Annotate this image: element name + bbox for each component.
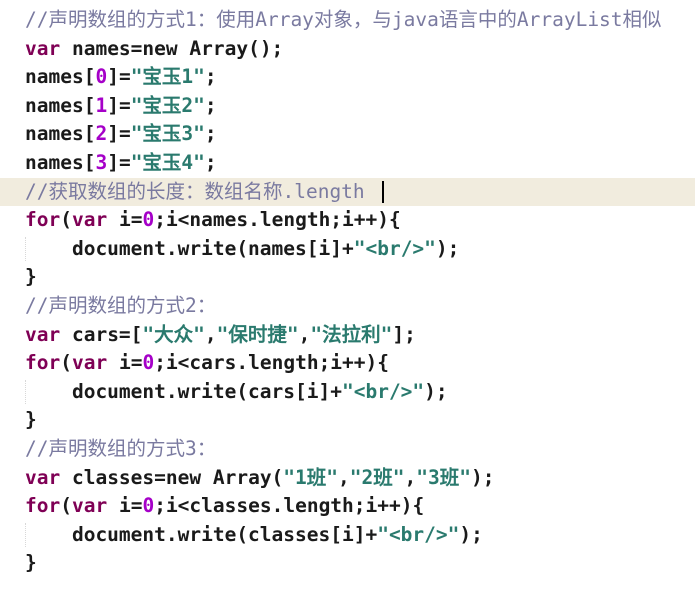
code-lines[interactable]: //声明数组的方式1：使用Array对象，与java语言中的ArrayList相… (0, 6, 695, 578)
code-token: ); (471, 465, 495, 489)
keyword-token: var (71, 208, 108, 232)
code-token: i= (107, 351, 143, 375)
code-token: ; (204, 150, 217, 174)
text-cursor (382, 181, 385, 204)
number-token: 0 (142, 351, 155, 375)
code-line[interactable]: document.write(classes[i]+"<br/>"); (25, 521, 695, 550)
code-token: names[ (25, 65, 96, 89)
code-token: ]= (107, 93, 131, 117)
code-token: ;i<names.length;i++){ (154, 208, 401, 232)
string-token: "3班" (416, 465, 471, 489)
code-token: } (25, 551, 37, 575)
code-token: } (25, 408, 37, 432)
code-line[interactable]: for(var i=0;i<cars.length;i++){ (25, 349, 695, 378)
code-token: i= (107, 494, 143, 518)
code-line[interactable]: } (25, 263, 695, 292)
code-token: ( (60, 208, 72, 232)
code-line[interactable]: names[2]="宝玉3"; (25, 120, 695, 149)
code-token: , (204, 322, 217, 346)
code-token: ; (204, 93, 217, 117)
code-token: i= (107, 208, 143, 232)
code-line[interactable]: //声明数组的方式1：使用Array对象，与java语言中的ArrayList相… (25, 6, 695, 35)
number-token: 1 (95, 93, 108, 117)
code-token: ]; (392, 322, 416, 346)
code-line[interactable]: for(var i=0;i<names.length;i++){ (25, 206, 695, 235)
code-token: ; (204, 65, 217, 89)
string-token: "宝玉3" (130, 122, 205, 146)
code-token: document.write(names[i]+ (25, 236, 354, 260)
string-token: "<br/>" (353, 236, 436, 260)
code-token: names[ (25, 150, 96, 174)
string-token: "法拉利" (310, 322, 393, 346)
code-token: ]= (107, 65, 131, 89)
keyword-token: for (25, 351, 61, 375)
string-token: "<br/>" (341, 379, 425, 403)
string-token: "1班" (283, 465, 339, 489)
keyword-token: for (25, 494, 61, 518)
string-token: "宝玉1" (130, 65, 205, 89)
keyword-token: var (25, 465, 61, 489)
comment-token: //声明数组的方式3： (25, 436, 217, 460)
comment-token: //声明数组的方式1：使用Array对象，与java语言中的ArrayList相… (25, 8, 662, 31)
keyword-token: for (25, 208, 61, 232)
string-token: "宝玉4" (130, 150, 205, 174)
code-token: ( (60, 494, 72, 518)
string-token: "<br/>" (377, 522, 460, 546)
string-token: "宝玉2" (130, 93, 205, 117)
comment-token: //声明数组的方式2： (25, 293, 217, 317)
code-line[interactable]: //声明数组的方式3： (25, 435, 695, 464)
code-token: } (25, 265, 37, 289)
current-code-line[interactable]: //获取数组的长度：数组名称.length (0, 177, 695, 207)
code-token: classes=new Array( (60, 465, 284, 489)
code-token: names[ (25, 122, 96, 146)
code-token: ); (459, 522, 483, 546)
keyword-token: var (25, 36, 61, 60)
code-token: ); (424, 379, 448, 403)
code-line[interactable]: var names=new Array(); (25, 35, 695, 64)
keyword-token: var (71, 351, 108, 375)
code-token: document.write(classes[i]+ (25, 522, 378, 546)
code-token: ( (60, 351, 72, 375)
string-token: "2班" (349, 465, 405, 489)
comment-token: //获取数组的长度：数组名称.length (25, 179, 377, 203)
code-token: document.write(cars[i]+ (25, 379, 342, 403)
code-token: ;i<classes.length;i++){ (154, 494, 425, 518)
code-token: , (338, 465, 350, 489)
code-token: names[ (25, 93, 96, 117)
number-token: 2 (95, 122, 108, 146)
code-line[interactable]: var classes=new Array("1班","2班","3班"); (25, 464, 695, 493)
number-token: 0 (95, 65, 108, 89)
code-editor[interactable]: //声明数组的方式1：使用Array对象，与java语言中的ArrayList相… (0, 0, 695, 590)
code-line[interactable]: var cars=["大众","保时捷","法拉利"]; (25, 321, 695, 350)
code-token: ); (435, 236, 460, 260)
code-line[interactable]: for(var i=0;i<classes.length;i++){ (25, 492, 695, 521)
code-token: names=new Array(); (60, 36, 284, 60)
code-line[interactable]: names[3]="宝玉4"; (25, 149, 695, 178)
code-token: cars=[ (60, 322, 143, 346)
code-line[interactable]: } (25, 549, 695, 578)
number-token: 0 (142, 494, 155, 518)
code-line[interactable]: } (25, 406, 695, 435)
keyword-token: var (25, 322, 61, 346)
code-line[interactable]: document.write(names[i]+"<br/>"); (25, 235, 695, 264)
code-line[interactable]: document.write(cars[i]+"<br/>"); (25, 378, 695, 407)
string-token: "大众" (142, 322, 205, 346)
code-token: ;i<cars.length;i++){ (154, 351, 390, 375)
code-line[interactable]: //声明数组的方式2： (25, 292, 695, 321)
string-token: "保时捷" (216, 322, 299, 346)
number-token: 3 (95, 150, 108, 174)
code-token: ; (204, 122, 217, 146)
code-token: ]= (107, 122, 131, 146)
code-token: , (298, 322, 311, 346)
code-line[interactable]: names[1]="宝玉2"; (25, 92, 695, 121)
code-line[interactable]: names[0]="宝玉1"; (25, 63, 695, 92)
code-token: ]= (107, 150, 131, 174)
number-token: 0 (142, 208, 155, 232)
keyword-token: var (71, 494, 108, 518)
code-token: , (404, 465, 417, 489)
